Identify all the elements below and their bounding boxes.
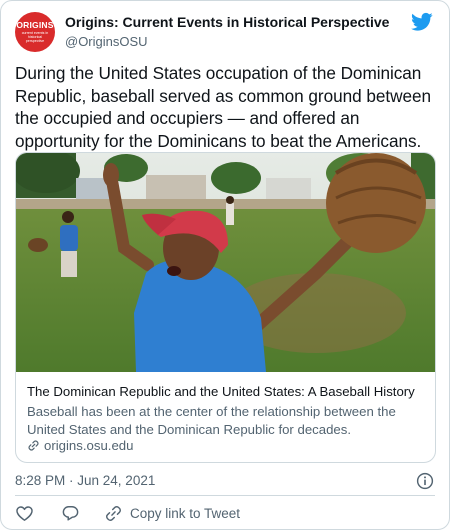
link-description: Baseball has been at the center of the r… <box>27 404 396 437</box>
reply-icon <box>62 505 79 521</box>
link-chain-icon <box>28 440 39 451</box>
author-info: Origins: Current Events in Historical Pe… <box>65 14 389 50</box>
reply-button[interactable] <box>61 503 80 523</box>
link-preview-image[interactable] <box>16 153 436 372</box>
link-preview-card[interactable]: The Dominican Republic and the United St… <box>15 152 436 463</box>
tweet-text: During the United States occupation of t… <box>15 63 431 151</box>
avatar-tagline: current events in historical perspective <box>21 31 49 44</box>
link-domain-row: origins.osu.edu <box>27 437 133 454</box>
avatar[interactable]: ORIGINS current events in historical per… <box>15 12 55 52</box>
twitter-bird-icon[interactable] <box>411 12 433 32</box>
author-handle[interactable]: @OriginsOSU <box>65 33 389 50</box>
tweet-embed: ORIGINS current events in historical per… <box>0 0 450 530</box>
tweet-timestamp[interactable]: 8:28 PM · Jun 24, 2021 <box>15 473 155 488</box>
copy-link-label: Copy link to Tweet <box>130 505 241 521</box>
link-title[interactable]: The Dominican Republic and the United St… <box>27 383 427 400</box>
like-button[interactable] <box>15 503 34 523</box>
divider <box>15 495 435 496</box>
info-icon[interactable] <box>416 472 434 490</box>
tweet-header: ORIGINS current events in historical per… <box>15 12 435 52</box>
tweet-actions: Copy link to Tweet <box>15 503 240 523</box>
heart-icon <box>16 505 33 521</box>
link-domain: origins.osu.edu <box>44 438 134 453</box>
author-name[interactable]: Origins: Current Events in Historical Pe… <box>65 14 389 31</box>
link-icon <box>106 505 121 521</box>
avatar-logo-text: ORIGINS <box>16 19 54 30</box>
timestamp-row: 8:28 PM · Jun 24, 2021 <box>15 471 435 491</box>
copy-link-button[interactable]: Copy link to Tweet <box>104 503 240 523</box>
